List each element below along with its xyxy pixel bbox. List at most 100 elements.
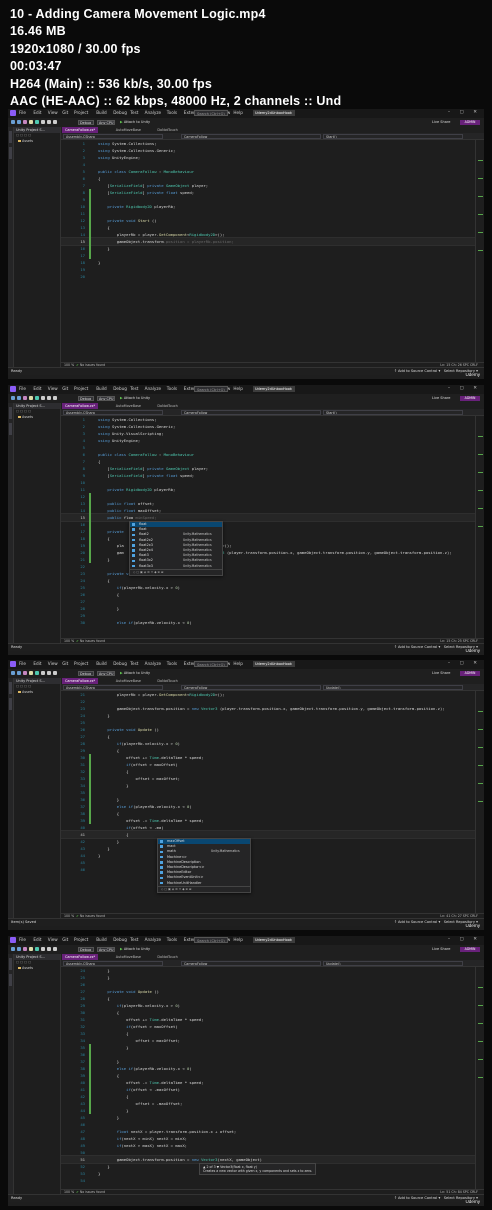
code-line[interactable]: 6 public class CameraFollow : MonoBehavio…: [61, 451, 475, 458]
code-line[interactable]: 45: [61, 859, 475, 866]
add-source-control-button[interactable]: ↑ Add to Source Control ▾: [394, 1196, 440, 1200]
code-line[interactable]: 40 offset -= Time.deltaTime * speed;: [61, 1079, 475, 1086]
code-line[interactable]: 11 private Rigidbody2D playerRb;: [61, 486, 475, 493]
code-line[interactable]: 42 }: [61, 838, 475, 845]
toolbar-button-icon[interactable]: [17, 120, 21, 124]
platform-dropdown[interactable]: Any CPU: [97, 670, 115, 676]
code-line[interactable]: 9 [SerializeField] private float speed;: [61, 472, 475, 479]
code-line[interactable]: 25 }: [61, 974, 475, 981]
code-line[interactable]: 23 gameObject.transform.position = new V…: [61, 705, 475, 712]
live-share-button[interactable]: Live Share: [432, 120, 450, 124]
toolbar-button-icon[interactable]: [53, 396, 57, 400]
window-controls[interactable]: – ▢ ✕: [448, 110, 481, 115]
project-dropdown[interactable]: Assembly-CSharp: [63, 684, 163, 690]
code-line[interactable]: 7{: [61, 458, 475, 465]
code-line[interactable]: 39 {: [61, 1072, 475, 1079]
platform-dropdown[interactable]: Any CPU: [97, 946, 115, 952]
code-line[interactable]: 25 if(playerRb.velocity.x > 0): [61, 584, 475, 591]
code-line[interactable]: 28 if(playerRb.velocity.x > 0): [61, 740, 475, 747]
code-line[interactable]: 21 }: [61, 556, 475, 563]
code-line[interactable]: 27 {: [61, 733, 475, 740]
code-line[interactable]: 10: [61, 479, 475, 486]
code-line[interactable]: 23 private void Update (): [61, 570, 475, 577]
toolbar-button-icon[interactable]: [11, 671, 15, 675]
code-line[interactable]: 2 using System.Collections.Generic;: [61, 147, 475, 154]
attach-to-unity-button[interactable]: ▶ Attach to Unity: [120, 671, 150, 675]
code-line[interactable]: 9: [61, 196, 475, 203]
toolbar-button-icon[interactable]: [47, 120, 51, 124]
code-line[interactable]: 39 offset -= Time.deltaTime * speed;: [61, 817, 475, 824]
code-line[interactable]: 12: [61, 493, 475, 500]
toolbar-button-icon[interactable]: [53, 947, 57, 951]
class-dropdown[interactable]: CameraFollow: [181, 960, 321, 966]
add-source-control-button[interactable]: ↑ Add to Source Control ▾: [394, 920, 440, 924]
menu-item-test[interactable]: Test: [130, 386, 138, 391]
attach-to-unity-button[interactable]: ▶ Attach to Unity: [120, 120, 150, 124]
toolbar-button-icon[interactable]: [35, 947, 39, 951]
code-line[interactable]: 44}: [61, 852, 475, 859]
window-controls[interactable]: – ▢ ✕: [448, 386, 481, 391]
menu-item-test[interactable]: Test: [130, 937, 138, 942]
code-line[interactable]: 41 {: [61, 830, 475, 839]
code-line[interactable]: 37 }: [61, 1058, 475, 1065]
code-line[interactable]: 12 private void Start (): [61, 217, 475, 224]
code-line[interactable]: 38 {: [61, 810, 475, 817]
menu-item-view[interactable]: View: [48, 110, 58, 115]
live-share-button[interactable]: Live Share: [432, 396, 450, 400]
class-dropdown[interactable]: CameraFollow: [181, 133, 321, 139]
editor-scrollbar[interactable]: [475, 967, 484, 1189]
menu-item-analyze[interactable]: Analyze: [145, 110, 162, 115]
add-source-control-button[interactable]: ↑ Add to Source Control ▾: [394, 645, 440, 649]
toolbar-button-icon[interactable]: [11, 120, 15, 124]
code-line[interactable]: 8 [SerializeField] private GameObject pl…: [61, 465, 475, 472]
toolbar-button-icon[interactable]: [35, 396, 39, 400]
code-line[interactable]: 28 }: [61, 605, 475, 612]
menu-item-git[interactable]: Git: [62, 386, 68, 391]
add-source-control-button[interactable]: ↑ Add to Source Control ▾: [394, 369, 440, 373]
code-line[interactable]: 4: [61, 161, 475, 168]
menu-item-help[interactable]: Help: [233, 386, 243, 391]
code-line[interactable]: 43 }: [61, 845, 475, 852]
code-line[interactable]: 5 public class CameraFollow : MonoBehavio…: [61, 168, 475, 175]
toolbar-button-icon[interactable]: [47, 671, 51, 675]
menu-item-help[interactable]: Help: [233, 661, 243, 666]
code-line[interactable]: 19: [61, 266, 475, 273]
class-dropdown[interactable]: CameraFollow: [181, 684, 321, 690]
toolbar-button-icon[interactable]: [41, 120, 45, 124]
menu-item-file[interactable]: File: [19, 110, 26, 115]
project-dropdown[interactable]: Assembly-CSharp: [63, 133, 163, 139]
toolbar-button-icon[interactable]: [17, 396, 21, 400]
code-line[interactable]: 34 offset = maxOffset;: [61, 1037, 475, 1044]
live-share-button[interactable]: Live Share: [432, 947, 450, 951]
menu-item-project[interactable]: Project: [74, 110, 88, 115]
code-line[interactable]: 6{: [61, 175, 475, 182]
toolbar-button-icon[interactable]: [41, 396, 45, 400]
code-line[interactable]: 50: [61, 1149, 475, 1156]
toolbar-button-icon[interactable]: [47, 947, 51, 951]
configuration-dropdown[interactable]: Debug: [78, 670, 94, 676]
code-line[interactable]: 36 }: [61, 796, 475, 803]
code-line[interactable]: 30 {: [61, 1009, 475, 1016]
search-input[interactable]: Search (Ctrl+Q): [194, 386, 228, 392]
menu-item-edit[interactable]: Edit: [33, 386, 41, 391]
code-line[interactable]: 15 gameObject.transform.position = playe…: [61, 237, 475, 246]
code-line[interactable]: 40 if(offset < -ma): [61, 824, 475, 831]
menu-item-project[interactable]: Project: [74, 386, 88, 391]
code-line[interactable]: 35 }: [61, 1044, 475, 1051]
toolbar-button-icon[interactable]: [35, 671, 39, 675]
search-input[interactable]: Search (Ctrl+Q): [194, 937, 228, 943]
code-line[interactable]: 1 using System.Collections;: [61, 140, 475, 147]
code-line[interactable]: 19 pla dy2D>();: [61, 542, 475, 549]
assets-folder[interactable]: Assets: [14, 414, 60, 420]
configuration-dropdown[interactable]: Debug: [78, 119, 94, 125]
toolbox-tab[interactable]: [9, 147, 12, 159]
menu-item-file[interactable]: File: [19, 386, 26, 391]
toolbar-button-icon[interactable]: [23, 120, 27, 124]
code-line[interactable]: 24 }: [61, 712, 475, 719]
menu-item-build[interactable]: Build: [96, 937, 107, 942]
code-line[interactable]: 31 if(offset > maxOffset): [61, 761, 475, 768]
menu-item-view[interactable]: View: [48, 661, 58, 666]
menu-item-view[interactable]: View: [48, 386, 58, 391]
code-line[interactable]: 18 {: [61, 535, 475, 542]
member-dropdown[interactable]: Update(): [323, 684, 463, 690]
